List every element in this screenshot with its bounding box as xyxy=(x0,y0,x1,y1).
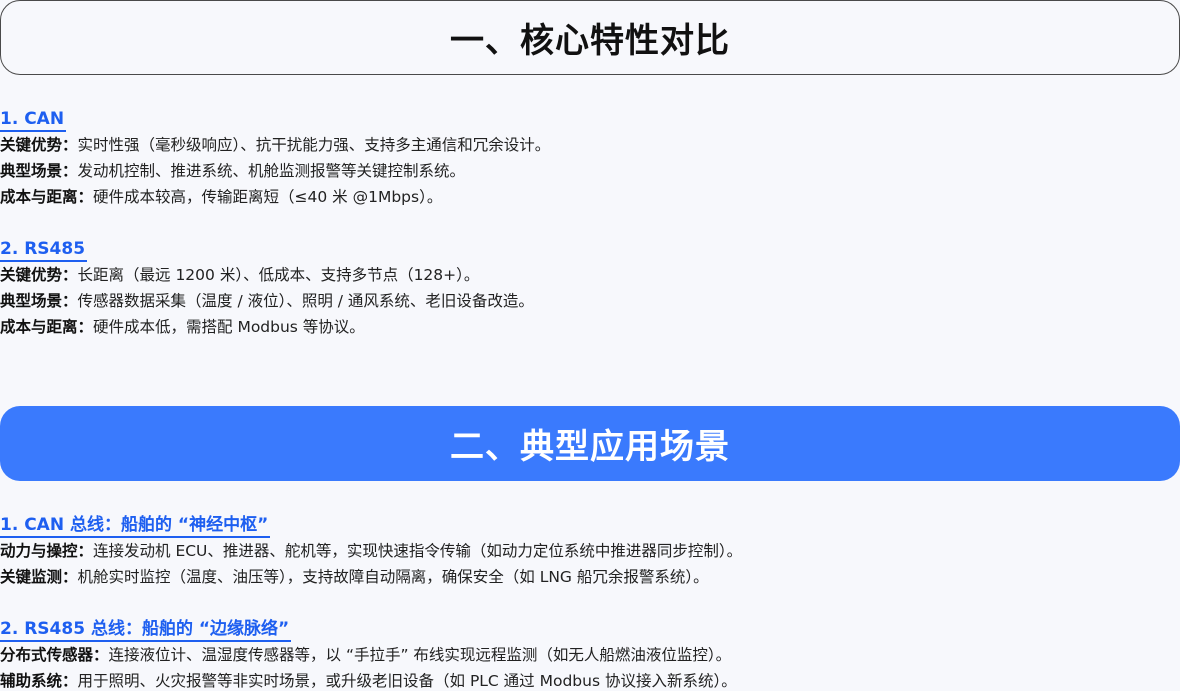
can-heading: 1. CAN xyxy=(0,108,67,132)
can-app-heading: 1. CAN 总线：船舶的 “神经中枢” xyxy=(0,514,271,538)
can-scenario-line: 典型场景：发动机控制、推进系统、机舱监测报警等关键控制系统。 xyxy=(0,162,466,180)
section-title-banner-applications: 二、典型应用场景 xyxy=(0,406,1180,481)
section-can-applications: 1. CAN 总线：船舶的 “神经中枢” 动力与操控：连接发动机 ECU、推进器… xyxy=(0,512,1180,590)
section-can-features: 1. CAN 关键优势：实时性强（毫秒级响应）、抗干扰能力强、支持多主通信和冗余… xyxy=(0,106,1180,210)
rs485-scenario-line: 典型场景：传感器数据采集（温度 / 液位）、照明 / 通风系统、老旧设备改造。 xyxy=(0,292,534,310)
banner-title: 一、核心特性对比 xyxy=(450,21,730,61)
section-title-banner-comparison: 一、核心特性对比 xyxy=(0,0,1180,75)
can-cost-line: 成本与距离：硬件成本较高，传输距离短（≤40 米 @1Mbps）。 xyxy=(0,188,443,206)
rs485-app-heading: 2. RS485 总线：船舶的 “边缘脉络” xyxy=(0,618,292,642)
section-rs485-applications: 2. RS485 总线：船舶的 “边缘脉络” 分布式传感器：连接液位计、温湿度传… xyxy=(0,616,1180,691)
rs485-cost-line: 成本与距离：硬件成本低，需搭配 Modbus 等协议。 xyxy=(0,318,365,336)
can-app-power-line: 动力与操控：连接发动机 ECU、推进器、舵机等，实现快速指令传输（如动力定位系统… xyxy=(0,542,743,560)
rs485-advantage-line: 关键优势：长距离（最远 1200 米）、低成本、支持多节点（128+）。 xyxy=(0,266,480,284)
can-app-monitor-line: 关键监测：机舱实时监控（温度、油压等），支持故障自动隔离，确保安全（如 LNG … xyxy=(0,568,709,586)
rs485-app-aux-line: 辅助系统：用于照明、火灾报警等非实时场景，或升级老旧设备（如 PLC 通过 Mo… xyxy=(0,672,737,690)
can-advantage-line: 关键优势：实时性强（毫秒级响应）、抗干扰能力强、支持多主通信和冗余设计。 xyxy=(0,136,551,154)
page: 一、核心特性对比 1. CAN 关键优势：实时性强（毫秒级响应）、抗干扰能力强、… xyxy=(0,0,1180,691)
banner-title: 二、典型应用场景 xyxy=(450,427,730,467)
rs485-app-sensor-line: 分布式传感器：连接液位计、温湿度传感器等，以 “手拉手” 布线实现远程监测（如无… xyxy=(0,646,732,664)
section-rs485-features: 2. RS485 关键优势：长距离（最远 1200 米）、低成本、支持多节点（1… xyxy=(0,236,1180,340)
rs485-heading: 2. RS485 xyxy=(0,238,88,262)
